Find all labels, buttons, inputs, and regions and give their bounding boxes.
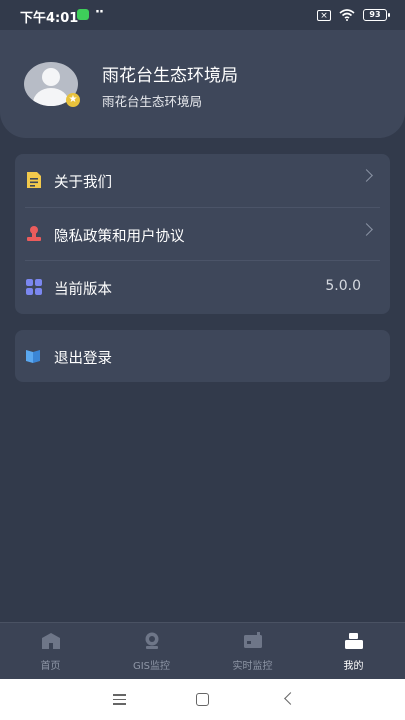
menu-item-privacy-policy[interactable]: 隐私政策和用户协议 bbox=[15, 208, 390, 261]
menu-item-current-version: 当前版本 5.0.0 bbox=[15, 261, 390, 314]
home-button-icon[interactable] bbox=[196, 693, 209, 706]
status-icons: × 93 bbox=[317, 7, 390, 23]
tab-label: 首页 bbox=[40, 661, 61, 672]
profile-header: ★ 雨花台生态环境局 雨花台生态环境局 bbox=[0, 30, 405, 138]
status-bar: 下午4:01 ·· × 93 bbox=[0, 0, 405, 30]
monitor-icon bbox=[244, 632, 262, 648]
star-badge-icon: ★ bbox=[66, 93, 80, 107]
version-number: 5.0.0 bbox=[325, 278, 361, 294]
tab-label: 实时监控 bbox=[232, 661, 273, 672]
grid-icon bbox=[26, 279, 42, 295]
stamp-icon bbox=[27, 226, 41, 241]
wechat-notification-icon bbox=[77, 9, 89, 20]
tab-realtime-monitor[interactable]: 实时监控 bbox=[202, 623, 303, 680]
back-icon[interactable] bbox=[284, 692, 297, 705]
menu-item-about-us[interactable]: 关于我们 bbox=[15, 154, 390, 207]
bottom-tab-bar: 首页 GIS监控 实时监控 我的 bbox=[0, 622, 405, 680]
profile-icon bbox=[345, 633, 363, 649]
wifi-icon bbox=[339, 9, 355, 21]
logout-label: 退出登录 bbox=[54, 351, 112, 367]
tab-home[interactable]: 首页 bbox=[0, 623, 101, 680]
profile-organization: 雨花台生态环境局 bbox=[102, 94, 203, 109]
status-time: 下午4:01 bbox=[20, 11, 79, 26]
no-sim-icon: × bbox=[317, 9, 331, 21]
battery-icon: 93 bbox=[363, 9, 390, 21]
tab-gis-monitor[interactable]: GIS监控 bbox=[101, 623, 202, 680]
tab-label: 我的 bbox=[343, 661, 364, 672]
recent-apps-icon[interactable] bbox=[113, 694, 126, 705]
avatar[interactable]: ★ bbox=[24, 62, 80, 107]
menu-item-label: 关于我们 bbox=[54, 175, 112, 191]
document-icon bbox=[27, 172, 41, 188]
menu-item-label: 当前版本 bbox=[54, 282, 112, 298]
tab-label: GIS监控 bbox=[132, 661, 171, 672]
settings-menu: 关于我们 隐私政策和用户协议 当前版本 5.0.0 bbox=[15, 154, 390, 314]
home-icon bbox=[42, 633, 60, 649]
chevron-right-icon bbox=[360, 223, 373, 236]
camera-icon bbox=[145, 632, 159, 649]
more-notifications-indicator: ·· bbox=[95, 5, 104, 20]
system-navigation-bar bbox=[0, 679, 405, 720]
menu-item-label: 隐私政策和用户协议 bbox=[54, 229, 185, 245]
book-icon bbox=[26, 350, 40, 363]
tab-mine[interactable]: 我的 bbox=[303, 623, 404, 680]
chevron-right-icon bbox=[360, 169, 373, 182]
logout-button[interactable]: 退出登录 bbox=[15, 330, 390, 382]
profile-name: 雨花台生态环境局 bbox=[102, 66, 238, 86]
